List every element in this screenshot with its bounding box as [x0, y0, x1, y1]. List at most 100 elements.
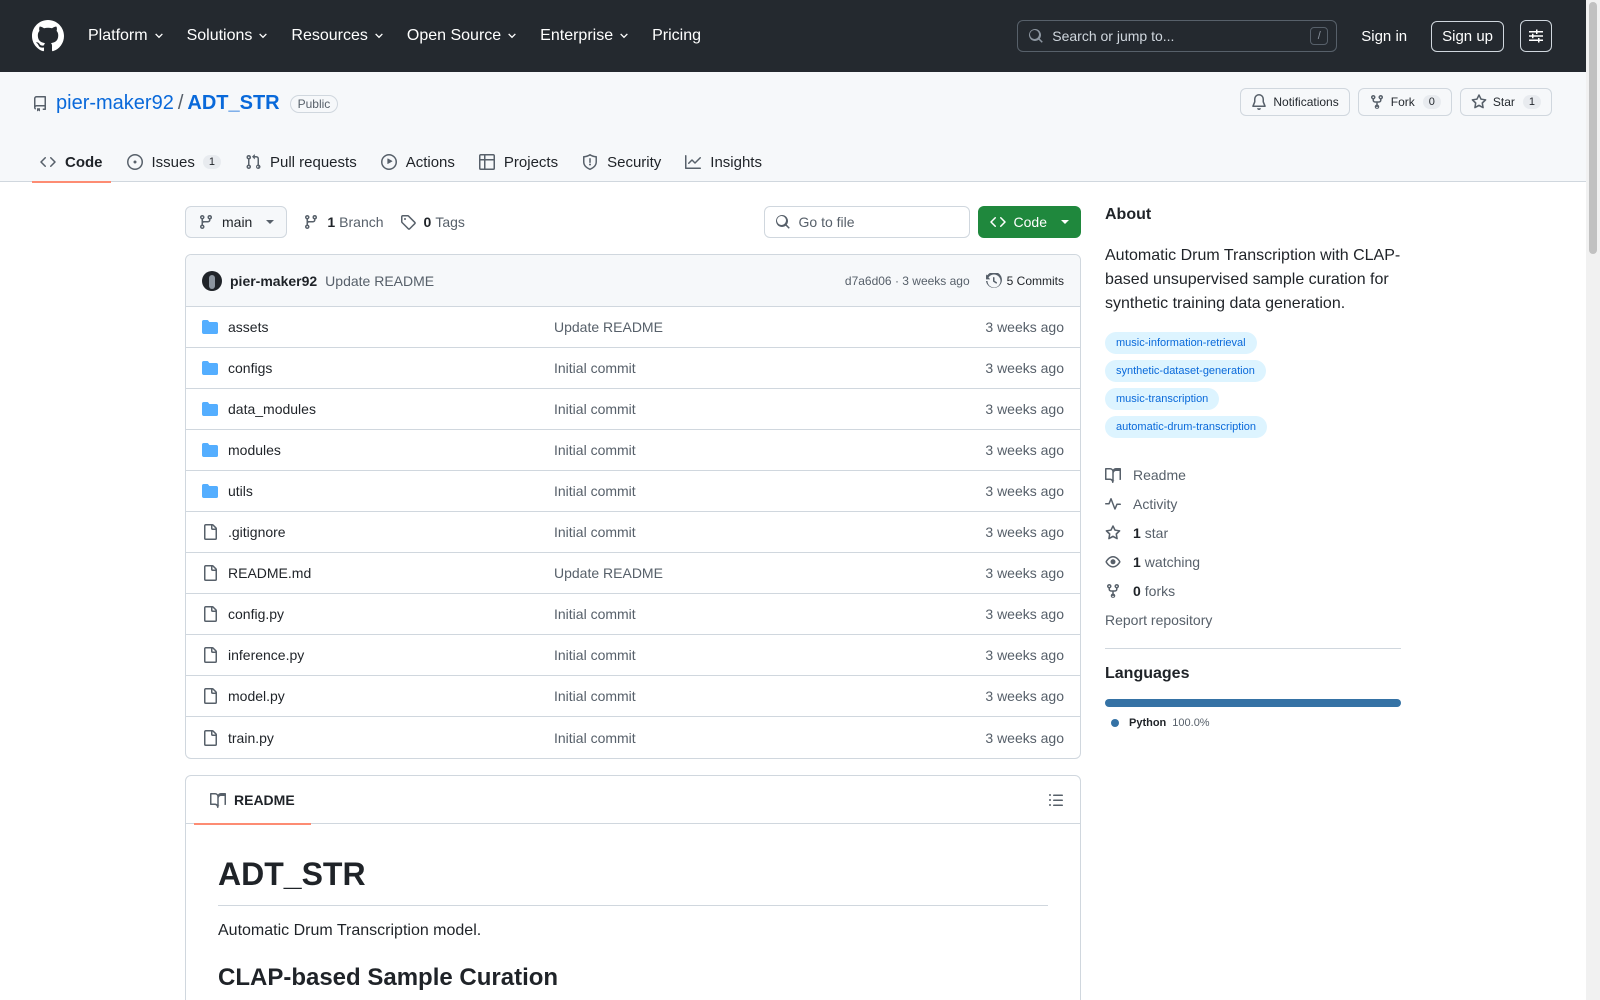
issue-icon [126, 154, 143, 170]
nav-label: Resources [291, 27, 368, 44]
file-commit-message-link[interactable]: Initial commit [554, 360, 636, 376]
bell-icon [1252, 94, 1267, 110]
file-name-link[interactable]: train.py [228, 730, 554, 746]
file-commit-date: 3 weeks ago [985, 524, 1064, 540]
file-commit-date: 3 weeks ago [985, 565, 1064, 581]
nav-solutions[interactable]: Solutions [187, 27, 270, 45]
file-commit-message-link[interactable]: Update README [554, 565, 663, 581]
nav-enterprise[interactable]: Enterprise [540, 27, 630, 45]
commit-hash-time[interactable]: d7a6d06 · 3 weeks ago [845, 274, 970, 288]
commits-history-link[interactable]: 5 Commits [985, 272, 1064, 289]
history-icon [985, 272, 1002, 288]
table-row: configs Initial commit 3 weeks ago [186, 348, 1080, 389]
readme-tab-label: README [234, 791, 295, 808]
topic-tag[interactable]: automatic-drum-transcription [1105, 416, 1267, 438]
watchers-link[interactable]: 1 watching [1105, 547, 1401, 576]
fork-icon [1107, 583, 1119, 598]
options-menu-button[interactable] [1520, 20, 1552, 52]
sign-in-link[interactable]: Sign in [1361, 28, 1407, 45]
github-logo-icon[interactable] [32, 20, 64, 52]
readme-paragraph: Automatic Drum Transcription model. [218, 922, 482, 939]
readme-link[interactable]: Readme [1105, 460, 1401, 489]
git-branch-icon [200, 214, 212, 230]
nav-resources[interactable]: Resources [291, 27, 384, 45]
topics-list: music-information-retrieval synthetic-da… [1105, 332, 1401, 444]
file-name-link[interactable]: inference.py [228, 647, 554, 663]
stars-link[interactable]: 1 star [1105, 518, 1401, 547]
commit-author-link[interactable]: pier-maker92 [230, 273, 317, 289]
code-dropdown-button[interactable]: Code [977, 206, 1081, 238]
branches-link[interactable]: 1 Branch [303, 214, 384, 230]
repo-header: pier-maker92 / ADT_STR Public Notificati… [0, 72, 1586, 183]
repo-owner-link[interactable]: pier-maker92 [56, 92, 174, 115]
tab-projects[interactable]: Projects [471, 142, 566, 182]
report-repository-label: Report repository [1105, 611, 1213, 628]
branch-label: Branch [339, 214, 384, 230]
tags-link[interactable]: 0 Tags [400, 214, 465, 230]
file-name-link[interactable]: assets [228, 319, 554, 335]
language-color-dot [1111, 719, 1119, 727]
file-name-link[interactable]: config.py [228, 606, 554, 622]
tab-code[interactable]: Code [32, 142, 111, 183]
sign-up-button[interactable]: Sign up [1431, 20, 1504, 52]
avatar[interactable] [202, 270, 222, 291]
star-label: Star [1492, 95, 1515, 109]
tab-security[interactable]: Security [574, 142, 669, 182]
file-commit-message-link[interactable]: Initial commit [554, 524, 636, 540]
file-name-link[interactable]: model.py [228, 688, 554, 704]
header-actions: Search or jump to... / Sign in Sign up [1017, 20, 1552, 52]
file-commit-message-link[interactable]: Initial commit [554, 401, 636, 417]
topic-tag[interactable]: synthetic-dataset-generation [1105, 360, 1266, 382]
file-name-link[interactable]: data_modules [228, 401, 554, 417]
file-commit-message-link[interactable]: Initial commit [554, 730, 636, 746]
readme-tab[interactable]: README [194, 776, 311, 825]
report-repository-link[interactable]: Report repository [1105, 605, 1401, 634]
branch-select-button[interactable]: main [185, 206, 288, 238]
language-item-python[interactable]: Python 100.0% [1111, 717, 1401, 729]
go-to-file-input[interactable]: Go to file [763, 206, 970, 238]
file-name-link[interactable]: utils [228, 483, 554, 499]
file-commit-message-link[interactable]: Initial commit [554, 606, 636, 622]
tab-insights[interactable]: Insights [677, 142, 770, 182]
file-commit-date: 3 weeks ago [985, 483, 1064, 499]
global-search-input[interactable]: Search or jump to... / [1017, 20, 1338, 52]
readme-link-label: Readme [1133, 466, 1186, 483]
notifications-button[interactable]: Notifications [1240, 88, 1350, 116]
file-name-link[interactable]: README.md [228, 565, 554, 581]
activity-link[interactable]: Activity [1105, 489, 1401, 518]
file-commit-message-link[interactable]: Initial commit [554, 647, 636, 663]
tab-actions[interactable]: Actions [373, 142, 463, 182]
language-percent: 100.0% [1172, 717, 1210, 729]
tab-pull-requests[interactable]: Pull requests [237, 142, 365, 182]
tab-issues[interactable]: Issues 1 [119, 142, 229, 182]
file-name-link[interactable]: modules [228, 442, 554, 458]
star-button[interactable]: Star 1 [1459, 88, 1552, 116]
star-count: 1 [1522, 95, 1541, 109]
table-row: .gitignore Initial commit 3 weeks ago [186, 512, 1080, 553]
search-shortcut-key: / [1310, 27, 1329, 45]
tab-label: Code [65, 153, 103, 171]
nav-pricing[interactable]: Pricing [652, 27, 701, 45]
repo-name-link[interactable]: ADT_STR [187, 92, 279, 115]
sidebar-divider [1105, 648, 1401, 649]
table-row: README.md Update README 3 weeks ago [186, 553, 1080, 594]
file-commit-message-link[interactable]: Update README [554, 319, 663, 335]
file-commit-message-link[interactable]: Initial commit [554, 483, 636, 499]
folder-icon [202, 484, 218, 498]
topic-tag[interactable]: music-information-retrieval [1105, 332, 1257, 354]
nav-platform[interactable]: Platform [88, 27, 165, 45]
forks-link[interactable]: 0 forks [1105, 576, 1401, 605]
topic-tag[interactable]: music-transcription [1105, 388, 1220, 410]
search-icon [1029, 29, 1044, 43]
file-commit-message-link[interactable]: Initial commit [554, 688, 636, 704]
scrollbar-thumb[interactable] [1589, 2, 1597, 254]
nav-open-source[interactable]: Open Source [407, 27, 518, 45]
file-commit-date: 3 weeks ago [985, 688, 1064, 704]
commit-message-link[interactable]: Update README [325, 273, 434, 289]
file-name-link[interactable]: configs [228, 360, 554, 376]
list-unordered-icon[interactable] [1048, 792, 1064, 808]
file-commit-message-link[interactable]: Initial commit [554, 442, 636, 458]
page-scrollbar[interactable] [1586, 0, 1600, 1000]
file-name-link[interactable]: .gitignore [228, 524, 554, 540]
fork-button[interactable]: Fork 0 [1357, 88, 1452, 116]
